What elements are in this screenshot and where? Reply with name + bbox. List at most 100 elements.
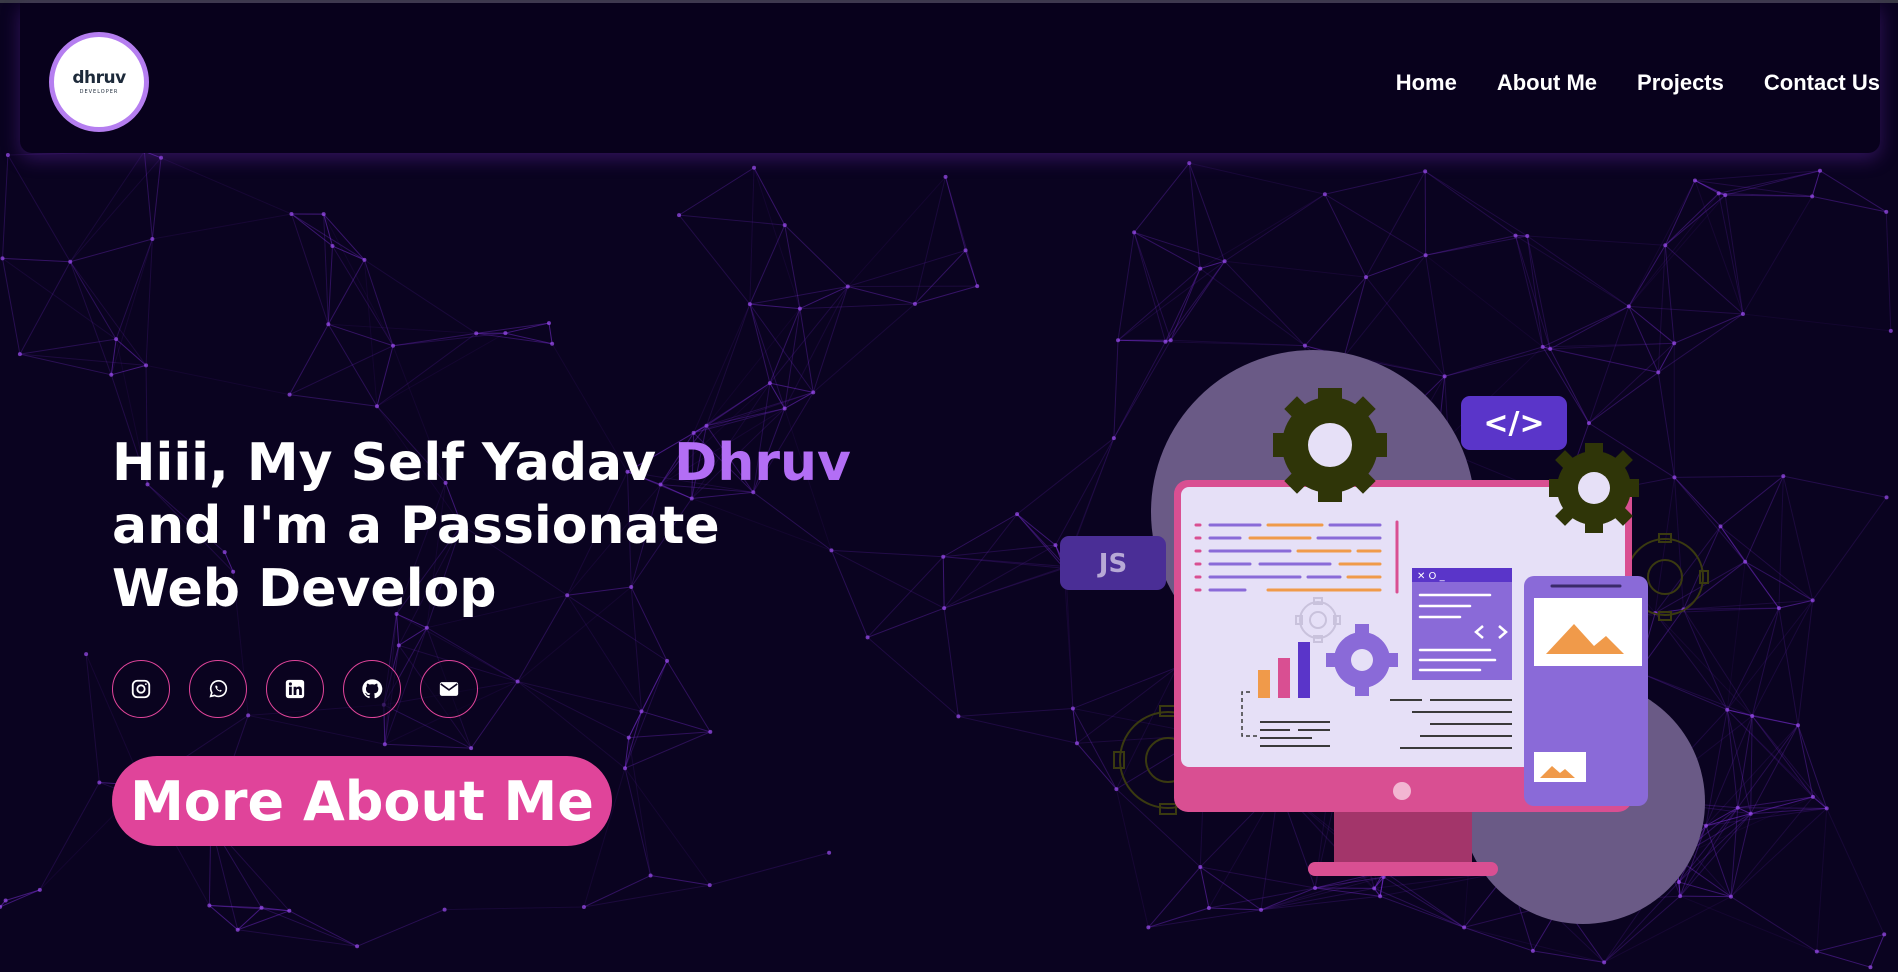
network-line (85, 654, 100, 783)
network-node (1513, 233, 1518, 238)
network-line (1778, 608, 1799, 726)
network-line (289, 324, 329, 395)
dark-gear-small-icon (1549, 443, 1639, 533)
code-window-controls: ✕ O _ (1417, 571, 1446, 582)
network-line (376, 345, 394, 407)
network-node (782, 223, 787, 228)
network-line (1812, 497, 1887, 601)
network-line (867, 556, 944, 638)
network-node (708, 729, 713, 734)
network-node (109, 372, 114, 377)
nav-link-contact-us[interactable]: Contact Us (1764, 70, 1880, 96)
network-line (1674, 313, 1744, 344)
dark-gear-large-icon (1273, 388, 1387, 502)
phone-image-card (1534, 598, 1642, 666)
network-line (2, 257, 71, 263)
network-line (70, 238, 153, 263)
network-line (363, 259, 394, 346)
network-line (914, 176, 947, 304)
web-developer-illustration: JS </> ✕ O _ (1060, 350, 1709, 924)
network-line (1751, 608, 1780, 717)
network-line (0, 889, 41, 908)
network-line (679, 214, 785, 226)
network-node (975, 284, 980, 289)
network-line (1744, 475, 1784, 562)
network-line (19, 353, 112, 376)
network-line (1664, 193, 1720, 246)
network-node (424, 625, 429, 630)
nav-link-projects[interactable]: Projects (1637, 70, 1724, 96)
logo[interactable]: dhruv DEVELOPER (49, 32, 149, 132)
network-line (327, 246, 333, 325)
network-line (1189, 162, 1326, 195)
network-line (965, 250, 978, 287)
monitor-neck (1334, 810, 1472, 862)
network-line (548, 322, 553, 344)
network-line (1424, 170, 1528, 237)
linkedin-button[interactable] (266, 660, 324, 718)
instagram-button[interactable] (112, 660, 170, 718)
network-node (362, 257, 367, 262)
network-line (1819, 170, 1887, 213)
monitor-base (1308, 862, 1498, 876)
network-line (69, 261, 147, 366)
network-node (865, 635, 870, 640)
network-node (1423, 169, 1428, 174)
network-line (2, 258, 21, 355)
network-line (799, 303, 915, 310)
network-node (0, 256, 5, 261)
linkedin-icon (285, 679, 305, 699)
network-line (356, 909, 445, 947)
network-line (1628, 245, 1666, 307)
network-line (942, 556, 945, 609)
network-line (1527, 235, 1666, 246)
network-node (469, 746, 474, 751)
network-line (749, 304, 771, 384)
nav-menu: Home About Me Projects Contact Us (1356, 70, 1880, 96)
network-line (1751, 715, 1828, 809)
network-node (942, 606, 947, 611)
network-line (867, 607, 945, 638)
github-button[interactable] (343, 660, 401, 718)
network-line (943, 513, 1018, 609)
network-node (623, 766, 628, 771)
network-node (550, 341, 555, 346)
network-line (709, 852, 830, 886)
headline-line-3: Web Develop (112, 559, 497, 619)
nav-link-about-me[interactable]: About Me (1497, 70, 1597, 96)
network-line (1724, 195, 1744, 315)
network-line (847, 176, 946, 287)
network-node (677, 213, 682, 218)
network-line (376, 332, 506, 407)
network-line (1782, 475, 1814, 601)
network-line (152, 213, 292, 240)
network-node (912, 301, 917, 306)
network-line (332, 245, 394, 347)
network-node (1810, 194, 1815, 199)
instagram-icon (131, 679, 151, 699)
nav-link-home[interactable]: Home (1396, 70, 1457, 96)
network-node (704, 423, 709, 428)
network-line (384, 743, 472, 749)
network-node (1322, 192, 1327, 197)
email-button[interactable] (420, 660, 478, 718)
whatsapp-button[interactable] (189, 660, 247, 718)
network-node (235, 927, 240, 932)
network-line (1628, 305, 1744, 315)
network-node (1364, 275, 1369, 280)
network-node (1663, 243, 1668, 248)
network-node (1723, 193, 1728, 198)
network-node (639, 709, 644, 714)
network-line (1718, 170, 1821, 194)
network-line (1628, 306, 1675, 344)
network-node (207, 903, 212, 908)
network-node (515, 679, 520, 684)
network-node (665, 658, 670, 663)
network-line (444, 906, 584, 911)
network-node (1796, 723, 1801, 728)
network-node (782, 406, 787, 411)
network-node (382, 742, 387, 747)
network-node (474, 331, 479, 336)
more-about-me-button[interactable]: More About Me (112, 756, 612, 846)
network-line (289, 910, 358, 947)
